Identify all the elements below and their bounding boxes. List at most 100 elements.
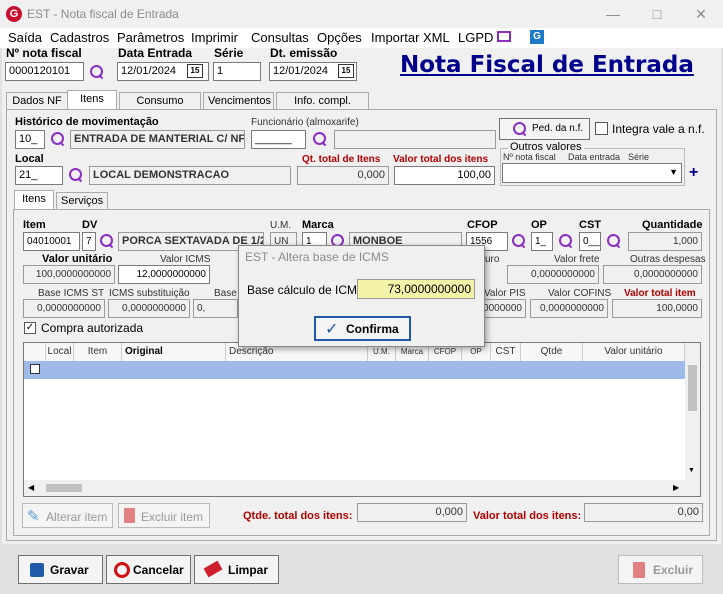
check-icon: ✓ bbox=[325, 321, 339, 338]
chevron-left-icon[interactable]: ◀ bbox=[28, 483, 34, 492]
search-icon[interactable] bbox=[89, 64, 105, 80]
valor-cofins-label: Valor COFINS bbox=[548, 288, 612, 299]
items-grid[interactable]: Local Item Original Descrição U.M. Marca… bbox=[23, 342, 701, 497]
menu-saida[interactable]: Saída bbox=[8, 29, 42, 47]
tab-itens-nf[interactable]: Itens NF bbox=[67, 90, 117, 121]
confirma-button[interactable]: ✓ Confirma bbox=[314, 316, 411, 341]
local-code-input[interactable]: 21_ bbox=[15, 166, 63, 185]
grid-header-cst[interactable]: CST bbox=[491, 343, 521, 361]
search-icon[interactable] bbox=[50, 131, 66, 147]
serie-input[interactable]: 1 bbox=[213, 62, 261, 81]
compra-checkbox[interactable]: ✓ bbox=[24, 322, 36, 334]
search-icon[interactable] bbox=[558, 233, 574, 249]
gravar-button[interactable]: Gravar bbox=[18, 555, 103, 584]
altera-base-dialog: EST - Altera base de ICMS Base cálculo d… bbox=[238, 245, 485, 347]
tab-dados-nf[interactable]: Dados NF bbox=[6, 92, 68, 110]
valor-total-item-label: Valor total item bbox=[624, 288, 696, 299]
minimize-icon[interactable]: — bbox=[596, 4, 630, 24]
emissao-value: 12/01/2024 bbox=[273, 65, 329, 77]
subtab-itens[interactable]: Itens bbox=[14, 190, 54, 210]
valor-total-item-value: 100,0000 bbox=[612, 299, 702, 318]
cancel-icon bbox=[114, 562, 130, 578]
pedido-nf-button[interactable]: Ped. da n.f. bbox=[499, 118, 590, 140]
menu-lgpd[interactable]: LGPD bbox=[458, 29, 493, 47]
grid-header-valor-unitario[interactable]: Valor unitário bbox=[583, 343, 685, 361]
chevron-down-icon[interactable]: ▼ bbox=[688, 467, 695, 474]
nota-input[interactable]: 0000120101 bbox=[5, 62, 84, 81]
app-g-icon[interactable]: G bbox=[530, 30, 544, 44]
monitor-icon[interactable] bbox=[497, 31, 511, 42]
historico-label: Histórico de movimentação bbox=[15, 116, 159, 128]
funcionario-input[interactable]: ______ bbox=[251, 130, 306, 149]
base-value: 0, bbox=[193, 299, 238, 318]
save-icon bbox=[30, 563, 44, 577]
subtab-servicos[interactable]: Serviços bbox=[56, 192, 108, 210]
chevron-right-icon[interactable]: ▶ bbox=[673, 483, 679, 492]
valor-total-label: Valor total dos itens bbox=[393, 154, 489, 165]
grid-header-original[interactable]: Original bbox=[122, 343, 226, 361]
menu-parametros[interactable]: Parâmetros bbox=[117, 29, 184, 47]
icms-st-value: 0,0000000000 bbox=[108, 299, 190, 318]
outros-valores-select[interactable]: ▼ bbox=[502, 163, 682, 183]
cst-input[interactable]: 0__ bbox=[579, 232, 601, 251]
calendar-icon[interactable]: 15 bbox=[338, 64, 354, 78]
dialog-base-label: Base cálculo de ICMS bbox=[247, 283, 366, 297]
table-row[interactable] bbox=[24, 361, 685, 379]
dialog-base-input[interactable]: 73,0000000000 bbox=[357, 279, 475, 299]
integra-checkbox[interactable] bbox=[595, 122, 608, 135]
search-icon bbox=[512, 121, 528, 137]
search-icon[interactable] bbox=[511, 233, 527, 249]
local-desc: LOCAL DEMONSTRACAO bbox=[89, 166, 291, 185]
tab-info-sped[interactable]: Info. compl. Sped bbox=[276, 92, 369, 123]
valor-frete-value: 0,0000000000 bbox=[507, 265, 599, 284]
menu-importar-xml[interactable]: Importar XML bbox=[371, 29, 450, 47]
valor-total-footer-value: 0,00 bbox=[584, 503, 703, 522]
historico-code-input[interactable]: 10_ bbox=[15, 130, 45, 149]
chevron-down-icon: ▼ bbox=[669, 167, 678, 177]
funcionario-label: Funcionário (almoxarife) bbox=[251, 117, 359, 128]
add-icon[interactable]: + bbox=[689, 164, 698, 182]
base-label: Base bbox=[214, 288, 237, 299]
qt-total-value: 0,000 bbox=[297, 166, 389, 185]
grid-header-qtde[interactable]: Qtde bbox=[521, 343, 583, 361]
limpar-button[interactable]: Limpar bbox=[194, 555, 279, 584]
horizontal-scroll-thumb[interactable] bbox=[46, 484, 82, 492]
cancelar-button[interactable]: Cancelar bbox=[106, 555, 191, 584]
menu-consultas[interactable]: Consultas bbox=[251, 29, 309, 47]
tab-vencimentos[interactable]: Vencimentos bbox=[203, 92, 274, 110]
excluir-item-label: Excluir item bbox=[141, 510, 204, 524]
excluir-button[interactable]: Excluir bbox=[618, 555, 703, 584]
item-label: Item bbox=[23, 219, 46, 231]
menu-opcoes[interactable]: Opções bbox=[317, 29, 362, 47]
menu-imprimir[interactable]: Imprimir bbox=[191, 29, 238, 47]
search-icon[interactable] bbox=[312, 131, 328, 147]
search-icon[interactable] bbox=[68, 167, 84, 183]
item-input[interactable]: 04010001 bbox=[23, 232, 80, 251]
vertical-scroll-thumb[interactable] bbox=[688, 365, 697, 411]
op-label: OP bbox=[531, 219, 547, 231]
outros-col-nota: Nº nota fiscal bbox=[503, 152, 556, 162]
confirma-label: Confirma bbox=[346, 322, 399, 336]
grid-header-item[interactable]: Item bbox=[74, 343, 122, 361]
search-icon[interactable] bbox=[606, 233, 622, 249]
menu-cadastros[interactable]: Cadastros bbox=[50, 29, 109, 47]
cancelar-label: Cancelar bbox=[133, 563, 184, 577]
close-icon[interactable]: ✕ bbox=[684, 4, 718, 24]
horizontal-scrollbar[interactable]: ◀ ▶ bbox=[24, 480, 700, 496]
valor-icms-input[interactable]: 12,0000000000 bbox=[118, 265, 210, 284]
trash-icon bbox=[124, 508, 135, 523]
valor-total-input[interactable]: 100,00 bbox=[394, 166, 495, 185]
valor-unitario-value: 100,0000000000 bbox=[23, 265, 115, 284]
excluir-item-button[interactable]: Excluir item bbox=[118, 503, 210, 528]
vertical-scrollbar[interactable]: ▼ bbox=[685, 343, 700, 480]
base-st-value: 0,0000000000 bbox=[23, 299, 105, 318]
app-logo-icon: G bbox=[6, 6, 22, 22]
maximize-icon[interactable]: □ bbox=[640, 4, 674, 24]
dv-input[interactable]: 7 bbox=[82, 232, 96, 251]
calendar-icon[interactable]: 15 bbox=[187, 64, 203, 78]
grid-header-local[interactable]: Local bbox=[46, 343, 74, 361]
search-icon[interactable] bbox=[99, 233, 115, 249]
alterar-item-button[interactable]: ✎ Alterar item bbox=[22, 503, 113, 528]
tab-consumo-direto[interactable]: Consumo direto bbox=[119, 92, 201, 123]
op-input[interactable]: 1_ bbox=[531, 232, 553, 251]
